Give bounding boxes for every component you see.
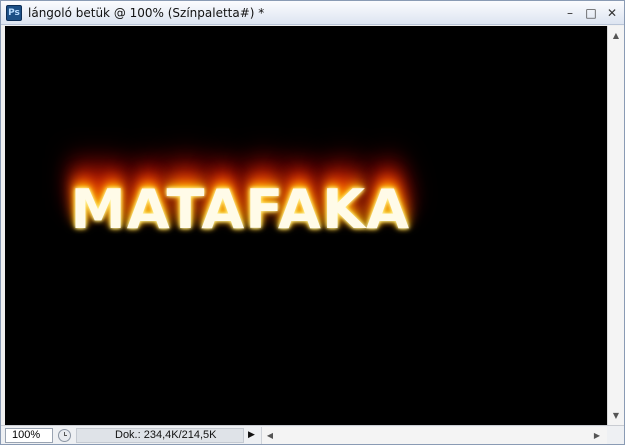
flaming-text: MATAFAKA [70,178,411,241]
clock-icon[interactable] [58,429,71,442]
photoshop-icon: Ps [6,5,22,21]
image-canvas[interactable]: MATAFAKA [5,26,607,425]
document-size-info: Dok.: 234,4K/214,5K [76,428,244,443]
document-window: Ps lángoló betük @ 100% (Színpaletta#) *… [0,0,625,445]
scroll-right-icon[interactable]: ▶ [592,430,602,441]
maximize-button[interactable]: □ [583,6,599,20]
horizontal-scrollbar[interactable]: ◀ ▶ [261,427,607,444]
zoom-level-input[interactable]: 100% [5,428,53,443]
close-button[interactable]: ✕ [604,6,620,20]
status-bar: 100% Dok.: 234,4K/214,5K ▶ ◀ ▶ [1,425,624,444]
scroll-down-icon[interactable]: ▼ [611,411,621,421]
title-bar[interactable]: Ps lángoló betük @ 100% (Színpaletta#) *… [1,1,624,25]
status-menu-arrow-icon[interactable]: ▶ [248,429,258,442]
resize-grip[interactable] [608,428,622,443]
window-title: lángoló betük @ 100% (Színpaletta#) * [28,6,265,20]
scroll-up-icon[interactable]: ▲ [611,31,621,41]
scroll-left-icon[interactable]: ◀ [265,430,275,441]
vertical-scrollbar[interactable]: ▲ ▼ [607,26,624,425]
minimize-button[interactable]: – [562,6,578,20]
